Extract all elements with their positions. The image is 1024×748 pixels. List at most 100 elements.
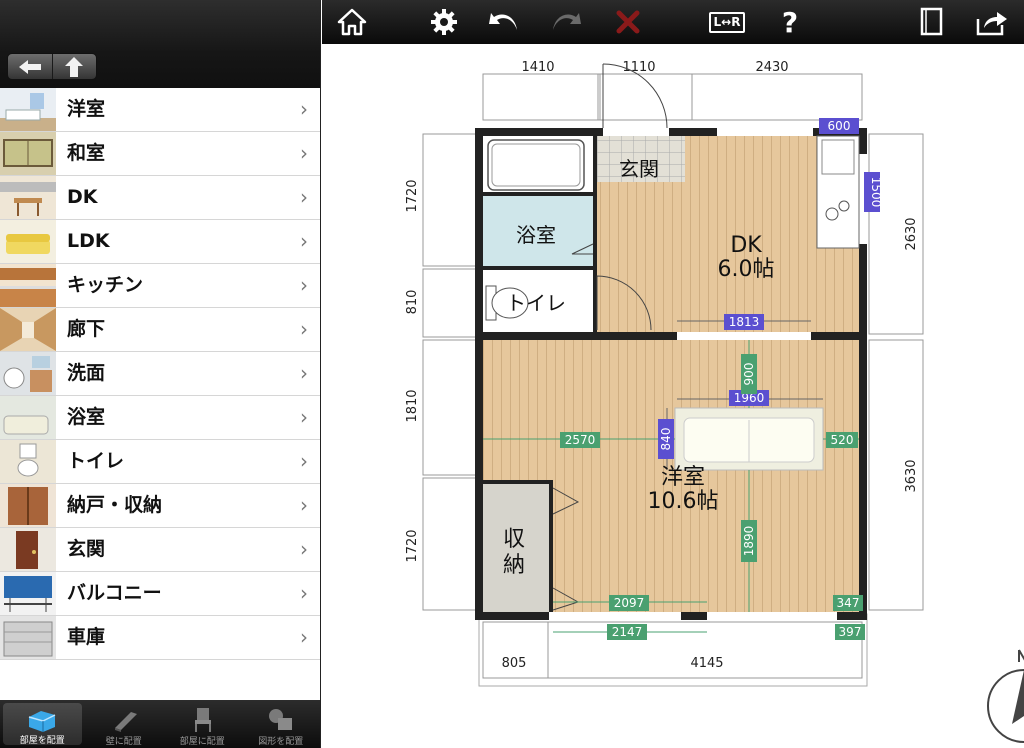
tab-label: 部屋を配置 (19, 736, 65, 746)
chevron-right-icon: › (300, 625, 308, 649)
bedroom-icon (0, 88, 56, 131)
document-button[interactable] (914, 6, 950, 38)
room-category-list: 洋室 › 和室 › DK › LDK › キッチン › 廊下 › 洗面 › 浴室… (0, 88, 320, 660)
home-icon (337, 8, 367, 36)
redo-icon (553, 13, 581, 30)
chevron-right-icon: › (300, 405, 308, 429)
tab-label: 部屋に配置 (179, 737, 225, 747)
dimension-bottom-1: 805 (502, 656, 527, 671)
dimension-bottom-2: 4145 (690, 656, 723, 671)
panel-header (0, 0, 320, 88)
room-label-storage-2: 納 (503, 553, 525, 578)
back-button[interactable] (8, 54, 52, 79)
category-label: バルコニー (67, 582, 162, 604)
balcony-icon (0, 572, 56, 615)
room-size-dk: 6.0帖 (718, 257, 775, 282)
category-item-ldk[interactable]: LDK › (0, 220, 320, 264)
share-button[interactable] (974, 6, 1010, 38)
tab-label: 壁に配置 (105, 737, 142, 747)
help-button[interactable]: ? (772, 5, 808, 39)
category-label: 洗面 (67, 362, 106, 384)
room-label-storage-1: 収 (503, 527, 525, 552)
dimension-top-3: 2430 (755, 60, 788, 75)
dimension-top-2: 1110 (622, 60, 655, 75)
category-item-washroom[interactable]: 洗面 › (0, 352, 320, 396)
category-item-bathroom[interactable]: 浴室 › (0, 396, 320, 440)
dimension-top-1: 1410 (521, 60, 554, 75)
category-label: 納戸・収納 (67, 494, 163, 516)
chevron-right-icon: › (300, 229, 308, 253)
category-item-toilet[interactable]: トイレ › (0, 440, 320, 484)
placement-tab-bar: 部屋を配置 壁に配置 部屋に配置 図形を配置 (0, 700, 320, 748)
dimension-right-2: 3630 (904, 459, 919, 492)
room-label-dk: DK (730, 233, 762, 258)
arrow-left-icon (18, 59, 41, 74)
category-item-entrance[interactable]: 玄関 › (0, 528, 320, 572)
dimension-tag: 1500 (869, 177, 883, 208)
chevron-right-icon: › (300, 185, 308, 209)
category-item-garage[interactable]: 車庫 › (0, 616, 320, 660)
chair-icon (185, 704, 219, 734)
hallway-icon (0, 308, 56, 351)
category-label: トイレ (67, 450, 125, 472)
room-box-icon (25, 707, 59, 733)
share-icon (976, 12, 1007, 36)
redo-button[interactable] (548, 6, 584, 38)
shapes-icon (264, 704, 298, 734)
dimension-left-2: 810 (405, 290, 420, 315)
kitchen-icon (0, 264, 56, 307)
tab-place-on-wall[interactable]: 壁に配置 (85, 700, 164, 748)
category-item-western[interactable]: 洋室 › (0, 88, 320, 132)
toilet-icon (0, 440, 56, 483)
undo-button[interactable] (486, 6, 522, 38)
compass-icon[interactable] (987, 649, 1024, 743)
chevron-right-icon: › (300, 493, 308, 517)
category-label: 和室 (67, 142, 106, 164)
dimension-left-4: 1720 (405, 529, 420, 562)
room-label-toilet: トイレ (506, 291, 566, 315)
category-item-balcony[interactable]: バルコニー › (0, 572, 320, 616)
dimension-tag: 2097 (614, 596, 645, 610)
settings-button[interactable] (426, 6, 462, 38)
chevron-right-icon: › (300, 141, 308, 165)
dimension-tag: 900 (742, 363, 756, 386)
room-label-bath: 浴室 (516, 223, 556, 247)
dimension-right-1: 2630 (904, 217, 919, 250)
chevron-right-icon: › (300, 317, 308, 341)
help-icon: ? (781, 5, 799, 39)
room-category-panel: 洋室 › 和室 › DK › LDK › キッチン › 廊下 › 洗面 › 浴室… (0, 0, 321, 748)
navigation-control (7, 53, 97, 80)
dining-kitchen-icon (0, 176, 56, 219)
category-item-dk[interactable]: DK › (0, 176, 320, 220)
category-item-japanese[interactable]: 和室 › (0, 132, 320, 176)
tab-place-in-room[interactable]: 部屋に配置 (163, 700, 242, 748)
main-toolbar: L↔R ? (322, 0, 1024, 44)
chevron-right-icon: › (300, 97, 308, 121)
dimension-tag: 347 (837, 596, 860, 610)
room-size-western: 10.6帖 (648, 489, 719, 514)
home-button[interactable] (334, 6, 370, 38)
category-label: キッチン (67, 274, 144, 296)
mirror-icon: L↔R (708, 11, 746, 33)
undo-icon (489, 13, 517, 30)
dimension-tag: 840 (659, 428, 673, 451)
category-item-kitchen[interactable]: キッチン › (0, 264, 320, 308)
category-item-closet[interactable]: 納戸・収納 › (0, 484, 320, 528)
dimension-tag: 520 (831, 433, 854, 447)
gear-icon (431, 9, 457, 35)
floor-plan-canvas[interactable]: 1410 1110 2430 1720 810 1810 1720 2630 3… (322, 44, 1024, 748)
mirror-button[interactable]: L↔R (706, 6, 748, 38)
arrow-up-icon (65, 56, 84, 77)
chevron-right-icon: › (300, 449, 308, 473)
category-item-hallway[interactable]: 廊下 › (0, 308, 320, 352)
living-room-icon (0, 220, 56, 263)
up-button[interactable] (51, 54, 97, 79)
delete-button[interactable] (610, 6, 646, 38)
tab-place-room[interactable]: 部屋を配置 (3, 703, 82, 746)
tab-place-shape[interactable]: 図形を配置 (242, 700, 321, 748)
tatami-room-icon (0, 132, 56, 175)
close-icon (616, 10, 640, 34)
dimension-tag: 2570 (565, 433, 596, 447)
chevron-right-icon: › (300, 537, 308, 561)
category-label: 浴室 (67, 406, 106, 428)
